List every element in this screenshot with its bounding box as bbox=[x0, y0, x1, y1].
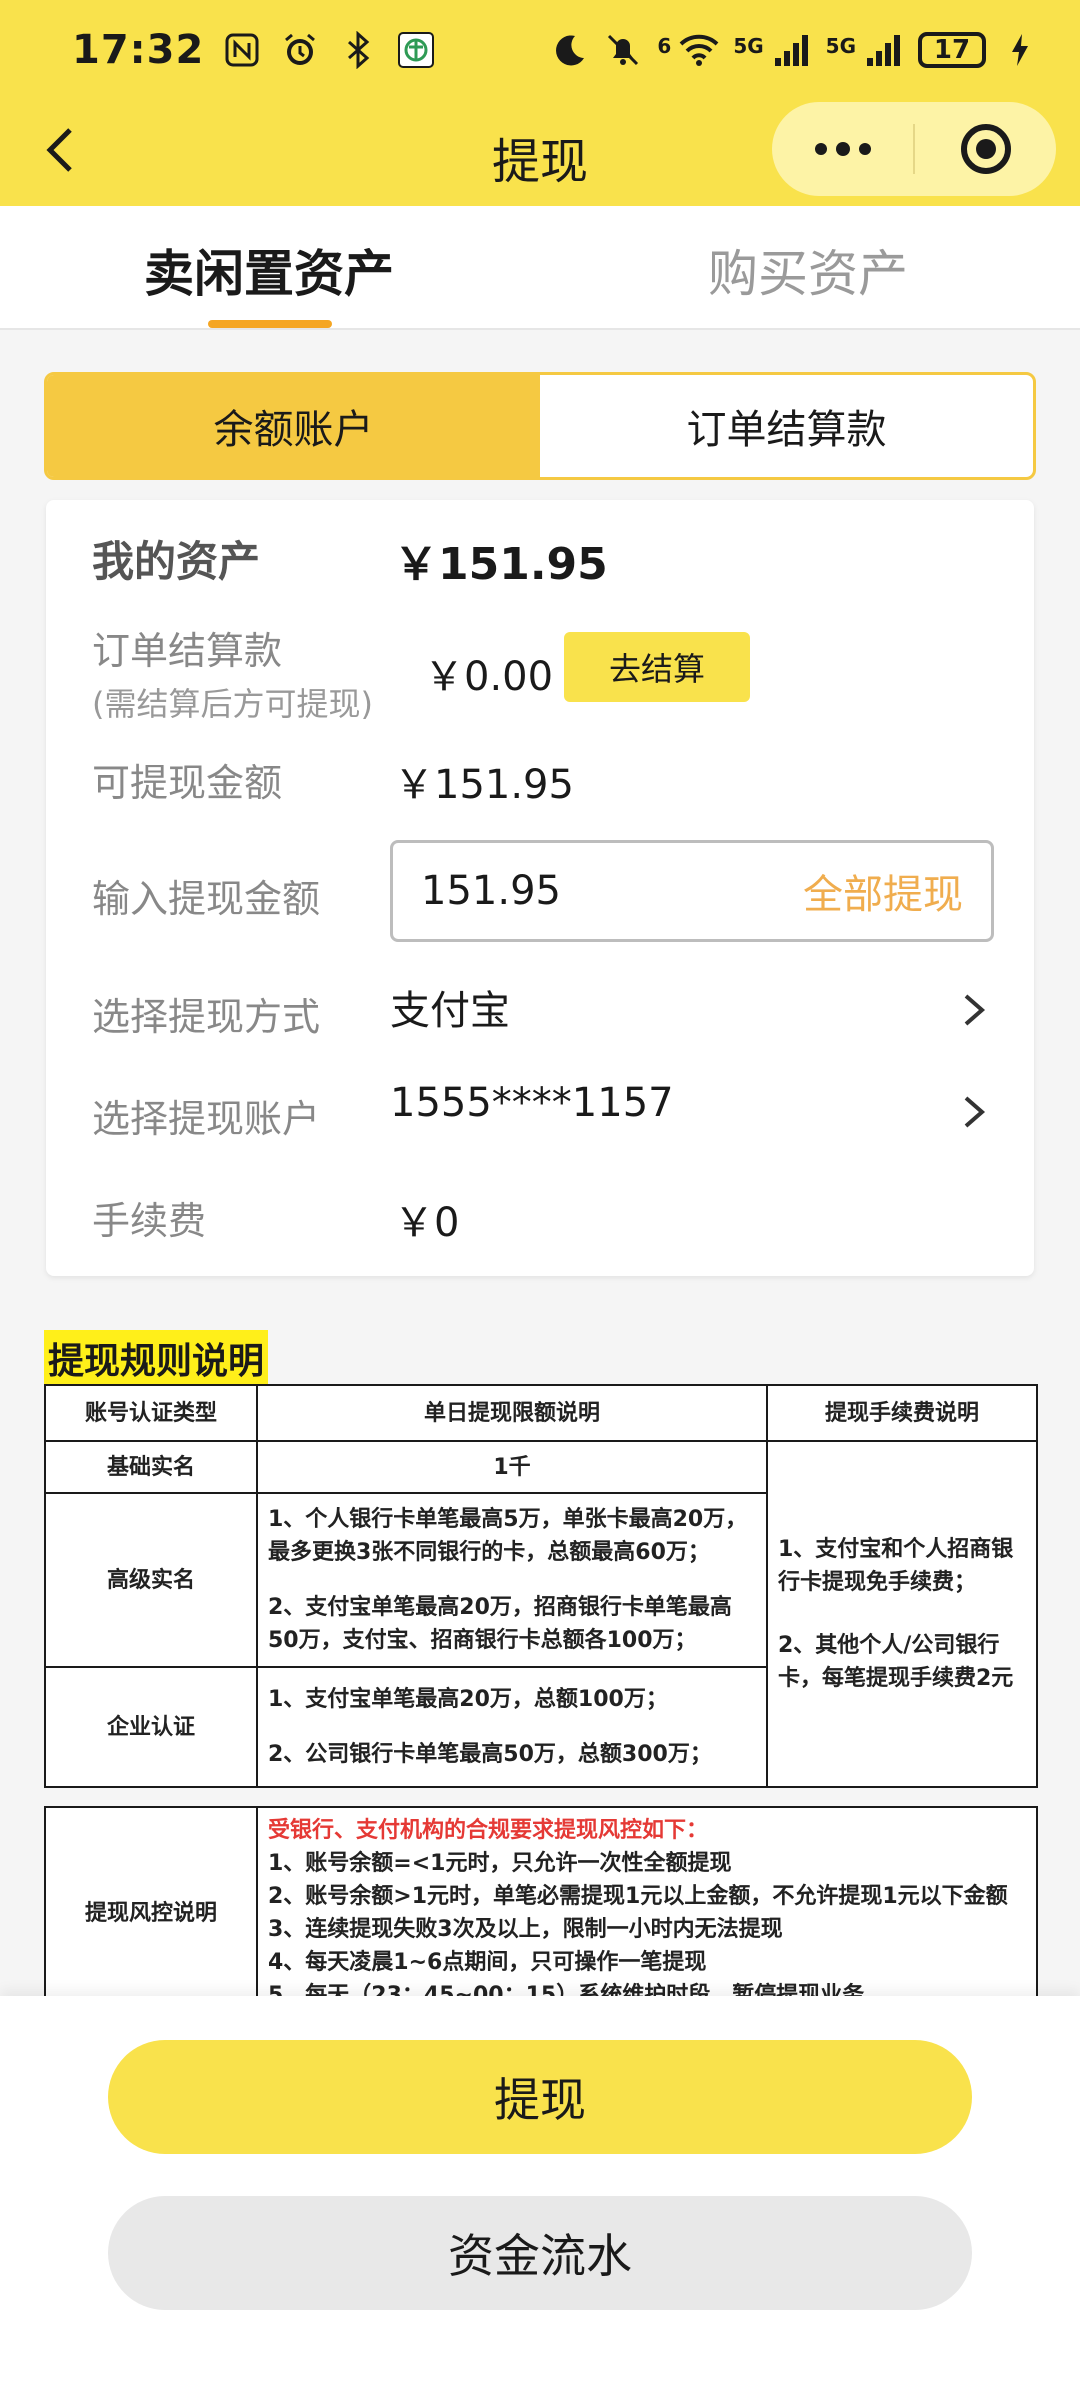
network-label-2: 5G bbox=[825, 34, 856, 58]
table-header-cell: 单日提现限额说明 bbox=[256, 1384, 768, 1442]
asset-card: 我的资产 ￥151.95 订单结算款 (需结算后方可提现) ￥0.00 去结算 … bbox=[46, 500, 1034, 1276]
table-cell: 基础实名 bbox=[44, 1440, 258, 1494]
rules-table: 账号认证类型 单日提现限额说明 提现手续费说明 基础实名 1千 1、支付宝和个人… bbox=[44, 1384, 1038, 1788]
fee-rule-1: 1、支付宝和个人招商银行卡提现免手续费； bbox=[778, 1537, 1014, 1595]
enterprise-limit-1: 1、支付宝单笔最高20万，总额100万； bbox=[268, 1687, 668, 1712]
order-settle-value: ￥0.00 bbox=[424, 654, 554, 700]
my-asset-value: ￥151.95 bbox=[394, 539, 608, 590]
input-amount-label: 输入提现金额 bbox=[92, 877, 321, 921]
bank-app-icon bbox=[396, 30, 436, 70]
moon-icon bbox=[549, 30, 589, 70]
available-row: 可提现金额 bbox=[92, 752, 282, 807]
table-header-cell: 账号认证类型 bbox=[44, 1384, 258, 1442]
input-amount-row: 输入提现金额 bbox=[92, 868, 320, 923]
fee-rule-2: 2、其他个人/公司银行卡，每笔提现手续费2元 bbox=[778, 1633, 1014, 1691]
enterprise-limit-2: 2、公司银行卡单笔最高50万，总额300万； bbox=[268, 1742, 712, 1767]
risk-label-cell: 提现风控说明 bbox=[44, 1806, 258, 2020]
method-row: 选择提现方式 bbox=[92, 986, 320, 1041]
risk-item: 1、账号余额=<1元时，只允许一次性全额提现 bbox=[268, 1851, 732, 1876]
tab-sell-idle-assets[interactable]: 卖闲置资产 bbox=[144, 234, 394, 306]
risk-item: 2、账号余额>1元时，单笔必需提现1元以上金额，不允许提现1元以下金额 bbox=[268, 1884, 1008, 1909]
order-settle-label: 订单结算款 bbox=[92, 629, 283, 673]
order-settle-row: 订单结算款 (需结算后方可提现) bbox=[92, 620, 373, 725]
table-row: 提现风控说明 受银行、支付机构的合规要求提现风控如下： 1、账号余额=<1元时，… bbox=[44, 1806, 1038, 2020]
fee-row: 手续费 bbox=[92, 1190, 206, 1245]
table-cell: 1、个人银行卡单笔最高5万，单张卡最高20万，最多更换3张不同银行的卡，总额最高… bbox=[256, 1492, 768, 1668]
table-cell: 1、支付宝单笔最高20万，总额100万； 2、公司银行卡单笔最高50万，总额30… bbox=[256, 1666, 768, 1788]
segment-order-settlement[interactable]: 订单结算款 bbox=[540, 375, 1033, 477]
battery-indicator: 17 bbox=[918, 32, 986, 68]
active-tab-indicator bbox=[208, 320, 332, 328]
risk-item: 4、每天凌晨1~6点期间，只可操作一笔提现 bbox=[268, 1950, 707, 1975]
network-label-1: 5G bbox=[733, 34, 764, 58]
chevron-right-icon[interactable] bbox=[954, 1092, 994, 1132]
tab-buy-assets[interactable]: 购买资产 bbox=[708, 234, 908, 306]
go-settle-button[interactable]: 去结算 bbox=[564, 632, 750, 702]
chevron-right-icon[interactable] bbox=[954, 990, 994, 1030]
available-value: ￥151.95 bbox=[394, 762, 574, 808]
signal-icon-2 bbox=[864, 30, 904, 70]
fee-label: 手续费 bbox=[92, 1199, 207, 1243]
table-cell: 1千 bbox=[256, 1440, 768, 1494]
table-row: 基础实名 1千 1、支付宝和个人招商银行卡提现免手续费； 2、其他个人/公司银行… bbox=[44, 1440, 1038, 1788]
table-cell: 高级实名 bbox=[44, 1492, 258, 1668]
wifi-icon bbox=[679, 30, 719, 70]
method-value[interactable]: 支付宝 bbox=[390, 978, 510, 1036]
account-value[interactable]: 1555****1157 bbox=[390, 1080, 674, 1126]
withdraw-amount-value: 151.95 bbox=[421, 868, 561, 914]
nfc-icon bbox=[222, 30, 262, 70]
alarm-icon bbox=[280, 30, 320, 70]
order-settle-note: (需结算后方可提现) bbox=[92, 685, 373, 723]
risk-heading: 受银行、支付机构的合规要求提现风控如下： bbox=[268, 1818, 709, 1843]
table-cell: 企业认证 bbox=[44, 1666, 258, 1788]
account-segment: 余额账户 订单结算款 bbox=[44, 372, 1036, 480]
advanced-limit-2: 2、支付宝单笔最高20万，招商银行卡单笔最高50万，支付宝、招商银行卡总额各10… bbox=[268, 1595, 732, 1653]
account-row: 选择提现账户 bbox=[92, 1088, 320, 1143]
risk-content-cell: 受银行、支付机构的合规要求提现风控如下： 1、账号余额=<1元时，只允许一次性全… bbox=[256, 1806, 1038, 2020]
fund-flow-button[interactable]: 资金流水 bbox=[108, 2196, 972, 2310]
more-button[interactable] bbox=[772, 102, 913, 196]
withdraw-amount-input[interactable]: 151.95 全部提现 bbox=[390, 840, 994, 942]
method-label: 选择提现方式 bbox=[92, 995, 321, 1039]
my-asset-row: 我的资产 bbox=[92, 528, 260, 589]
header-area: 17:32 6 5G 5G 17 提现 bbox=[0, 0, 1080, 206]
risk-table: 提现风控说明 受银行、支付机构的合规要求提现风控如下： 1、账号余额=<1元时，… bbox=[44, 1806, 1038, 2020]
close-mini-program-button[interactable] bbox=[915, 102, 1056, 196]
status-bar: 17:32 6 5G 5G 17 bbox=[0, 0, 1080, 100]
risk-item: 3、连续提现失败3次及以上，限制一小时内无法提现 bbox=[268, 1917, 783, 1942]
signal-icon bbox=[772, 30, 812, 70]
mute-bell-icon bbox=[603, 30, 643, 70]
withdraw-all-link[interactable]: 全部提现 bbox=[803, 862, 963, 920]
mini-program-capsule bbox=[772, 102, 1056, 196]
bluetooth-icon bbox=[338, 30, 378, 70]
account-label: 选择提现账户 bbox=[92, 1097, 321, 1141]
my-asset-label: 我的资产 bbox=[92, 537, 261, 586]
bottom-action-area: 提现 资金流水 bbox=[0, 1996, 1080, 2400]
table-row: 账号认证类型 单日提现限额说明 提现手续费说明 bbox=[44, 1384, 1038, 1442]
table-header-cell: 提现手续费说明 bbox=[766, 1384, 1038, 1442]
target-circle-icon bbox=[960, 124, 1011, 174]
rules-title: 提现规则说明 bbox=[44, 1330, 269, 1386]
advanced-limit-1: 1、个人银行卡单笔最高5万，单张卡最高20万，最多更换3张不同银行的卡，总额最高… bbox=[268, 1507, 748, 1565]
withdraw-button[interactable]: 提现 bbox=[108, 2040, 972, 2154]
charging-icon bbox=[1000, 30, 1040, 70]
more-dots-icon bbox=[814, 142, 871, 156]
status-time: 17:32 bbox=[72, 27, 205, 73]
available-label: 可提现金额 bbox=[92, 761, 283, 805]
asset-tabs: 卖闲置资产 购买资产 bbox=[0, 206, 1080, 330]
fee-cell: 1、支付宝和个人招商银行卡提现免手续费； 2、其他个人/公司银行卡，每笔提现手续… bbox=[766, 1440, 1038, 1788]
nav-bar: 提现 bbox=[0, 100, 1080, 206]
wifi-sub-label: 6 bbox=[657, 34, 672, 58]
fee-value: ￥0 bbox=[394, 1200, 460, 1246]
segment-balance-account[interactable]: 余额账户 bbox=[47, 375, 540, 477]
